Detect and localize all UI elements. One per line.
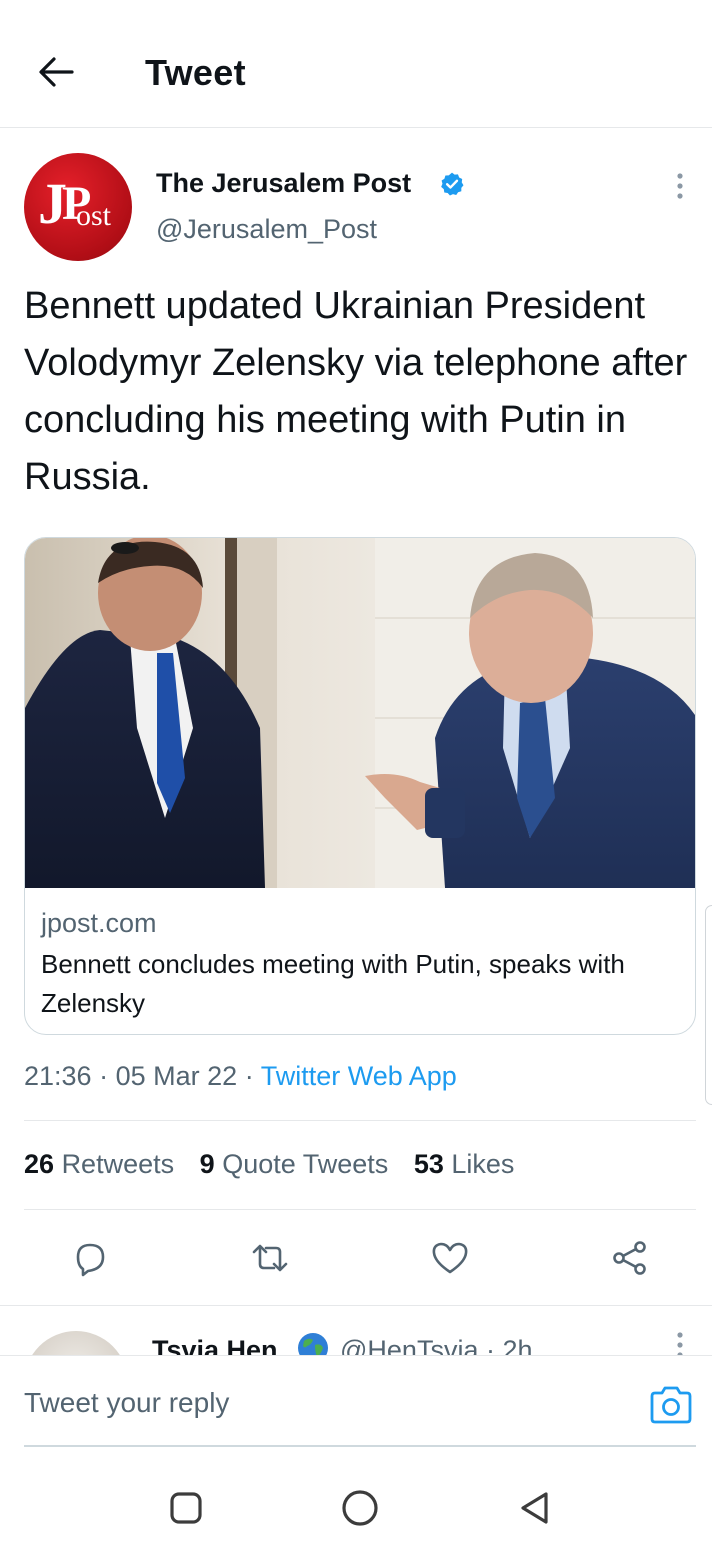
like-button[interactable] (428, 1236, 472, 1280)
author-name[interactable]: The Jerusalem Post (156, 168, 411, 199)
share-icon (613, 1241, 646, 1275)
retweets-stat[interactable]: 26 Retweets (24, 1149, 174, 1179)
likes-count: 53 (413, 1149, 444, 1179)
reply-input[interactable] (24, 1378, 624, 1428)
edge-panel-handle[interactable] (705, 905, 712, 1105)
back-triangle-icon (521, 1492, 548, 1524)
recents-square-icon (170, 1492, 202, 1524)
verified-badge-icon (441, 172, 464, 196)
recents-button[interactable] (162, 1484, 210, 1532)
reply-avatar[interactable] (24, 1331, 128, 1355)
tweet-source-link[interactable]: Twitter Web App (261, 1061, 457, 1091)
reply-tweet-preview[interactable]: Tsvia Hen @HenTsvia · 2h (0, 1307, 712, 1355)
quotes-count: 9 (199, 1149, 215, 1179)
back-nav-button[interactable] (510, 1484, 558, 1532)
link-card[interactable]: jpost.com Bennett concludes meeting with… (24, 537, 696, 1035)
jpost-logo-icon: J P ost (38, 171, 112, 236)
retweet-button[interactable] (248, 1236, 292, 1280)
back-button[interactable] (32, 48, 80, 96)
top-app-bar: Tweet (0, 0, 712, 128)
globe-emoji-icon (298, 1333, 328, 1355)
like-icon (432, 1242, 468, 1274)
arrow-left-icon (39, 57, 74, 87)
tweet-text: Bennett updated Ukrainian President Volo… (24, 285, 688, 498)
retweets-count: 26 (24, 1149, 55, 1179)
author-handle[interactable]: @Jerusalem_Post (156, 214, 377, 245)
camera-icon (650, 1386, 692, 1424)
news-photo-image (25, 538, 695, 888)
more-vertical-icon (677, 173, 683, 199)
reply-button[interactable] (68, 1236, 112, 1280)
divider (24, 1209, 696, 1210)
likes-stat[interactable]: 53 Likes (414, 1149, 515, 1179)
divider (0, 1305, 712, 1306)
reply-author-name[interactable]: Tsvia Hen (152, 1335, 278, 1355)
reply-more-button[interactable] (664, 1331, 696, 1355)
tweet-time: 21:36 (24, 1061, 92, 1091)
card-title: Bennett concludes meeting with Putin, sp… (41, 949, 625, 1018)
camera-button[interactable] (648, 1384, 694, 1426)
meta-separator: · (244, 1061, 254, 1091)
svg-text:ost: ost (76, 199, 112, 232)
home-button[interactable] (336, 1484, 384, 1532)
tweet-stats: 26 Retweets 9 Quote Tweets 53 Likes (24, 1149, 532, 1180)
system-navigation-bar (0, 1460, 712, 1552)
tweet-date: 05 Mar 22 (115, 1061, 238, 1091)
author-avatar[interactable]: J P ost (24, 153, 132, 261)
quote-tweets-stat[interactable]: 9 Quote Tweets (200, 1149, 389, 1179)
retweet-icon (252, 1244, 288, 1272)
page-title: Tweet (145, 52, 246, 93)
home-circle-icon (342, 1490, 378, 1526)
reply-input-underline (24, 1445, 696, 1447)
more-options-button[interactable] (664, 168, 696, 204)
share-button[interactable] (608, 1236, 652, 1280)
meta-separator: · (99, 1061, 109, 1091)
reply-icon (76, 1243, 105, 1277)
quotes-label: Quote Tweets (222, 1149, 389, 1179)
tweet-action-bar (0, 1228, 712, 1288)
divider (24, 1120, 696, 1121)
reply-composer (0, 1356, 712, 1446)
likes-label: Likes (451, 1149, 515, 1179)
more-vertical-icon (677, 1332, 683, 1355)
card-domain: jpost.com (41, 908, 157, 938)
retweets-label: Retweets (61, 1149, 175, 1179)
tweet-meta: 21:36 · 05 Mar 22 · Twitter Web App (24, 1061, 457, 1092)
reply-handle-time: @HenTsvia · 2h (340, 1335, 533, 1355)
